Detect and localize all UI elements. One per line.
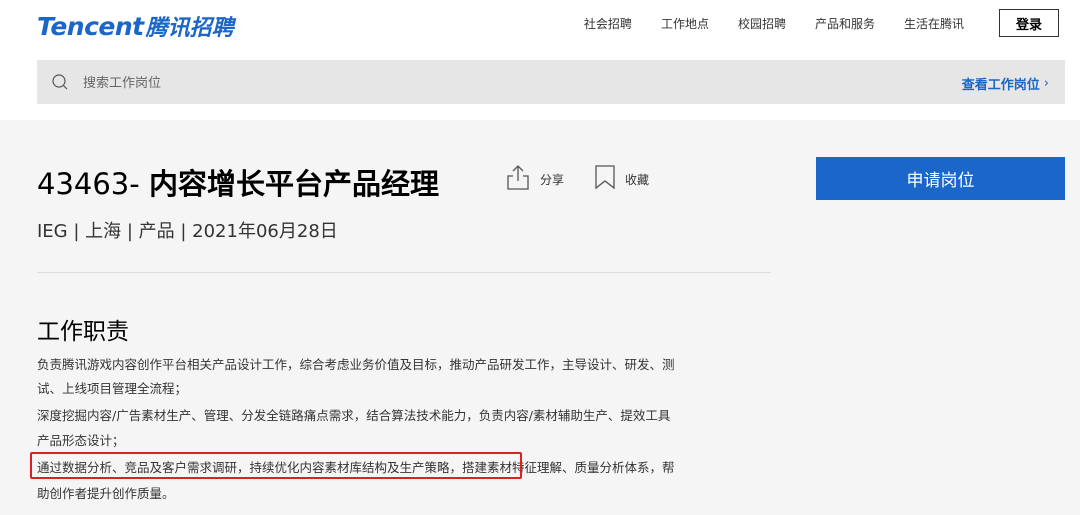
favorite-label[interactable]: 收藏 — [625, 171, 649, 188]
view-jobs-link[interactable]: 查看工作岗位 › — [962, 74, 1049, 93]
divider — [37, 272, 771, 273]
job-meta: IEG | 上海 | 产品 | 2021年06月28日 — [37, 221, 338, 242]
job-name: 内容增长平台产品经理 — [148, 167, 439, 201]
search-input[interactable] — [81, 72, 685, 94]
nav-item-social-recruit[interactable]: 社会招聘 — [584, 17, 632, 31]
duty-line: 负责腾讯游戏内容创作平台相关产品设计工作，综合考虑业务价值及目标，推动产品研发工… — [37, 357, 675, 372]
duty-line: 试、上线项目管理全流程； — [37, 381, 188, 396]
share-icon[interactable] — [506, 164, 530, 190]
top-bar: Tencent 腾讯招聘 社会招聘 工作地点 校园招聘 产品和服务 生活在腾讯 … — [0, 0, 1080, 120]
highlight-box — [30, 452, 522, 479]
tencent-logo[interactable]: Tencent 腾讯招聘 — [37, 10, 234, 41]
duty-line: 深度挖掘内容/广告素材生产、管理、分发全链路痛点需求，结合算法技术能力，负责内容… — [37, 408, 671, 423]
share-label[interactable]: 分享 — [540, 171, 564, 188]
nav-item-campus-recruit[interactable]: 校园招聘 — [738, 17, 786, 31]
job-number: 43463- — [37, 167, 140, 201]
nav-item-products-services[interactable]: 产品和服务 — [815, 17, 875, 31]
nav-item-work-location[interactable]: 工作地点 — [661, 17, 709, 31]
duty-line: 助创作者提升创作质量。 — [37, 486, 175, 501]
logo-text-cn: 腾讯招聘 — [145, 16, 234, 41]
search-icon — [52, 74, 68, 90]
apply-button[interactable]: 申请岗位 — [816, 157, 1065, 200]
bookmark-icon[interactable] — [594, 164, 616, 190]
logo-text-en: Tencent — [37, 12, 144, 41]
search-bar: 查看工作岗位 › — [37, 60, 1065, 104]
duty-line: 产品形态设计； — [37, 433, 125, 448]
main-nav: 社会招聘 工作地点 校园招聘 产品和服务 生活在腾讯 — [555, 17, 964, 31]
login-button[interactable]: 登录 — [999, 9, 1059, 37]
chevron-right-icon: › — [1043, 76, 1049, 91]
duties-title: 工作职责 — [37, 319, 129, 345]
job-title: 43463- 内容增长平台产品经理 — [37, 161, 439, 203]
nav-item-life-at-tencent[interactable]: 生活在腾讯 — [904, 17, 964, 31]
view-jobs-label: 查看工作岗位 — [961, 78, 1040, 93]
